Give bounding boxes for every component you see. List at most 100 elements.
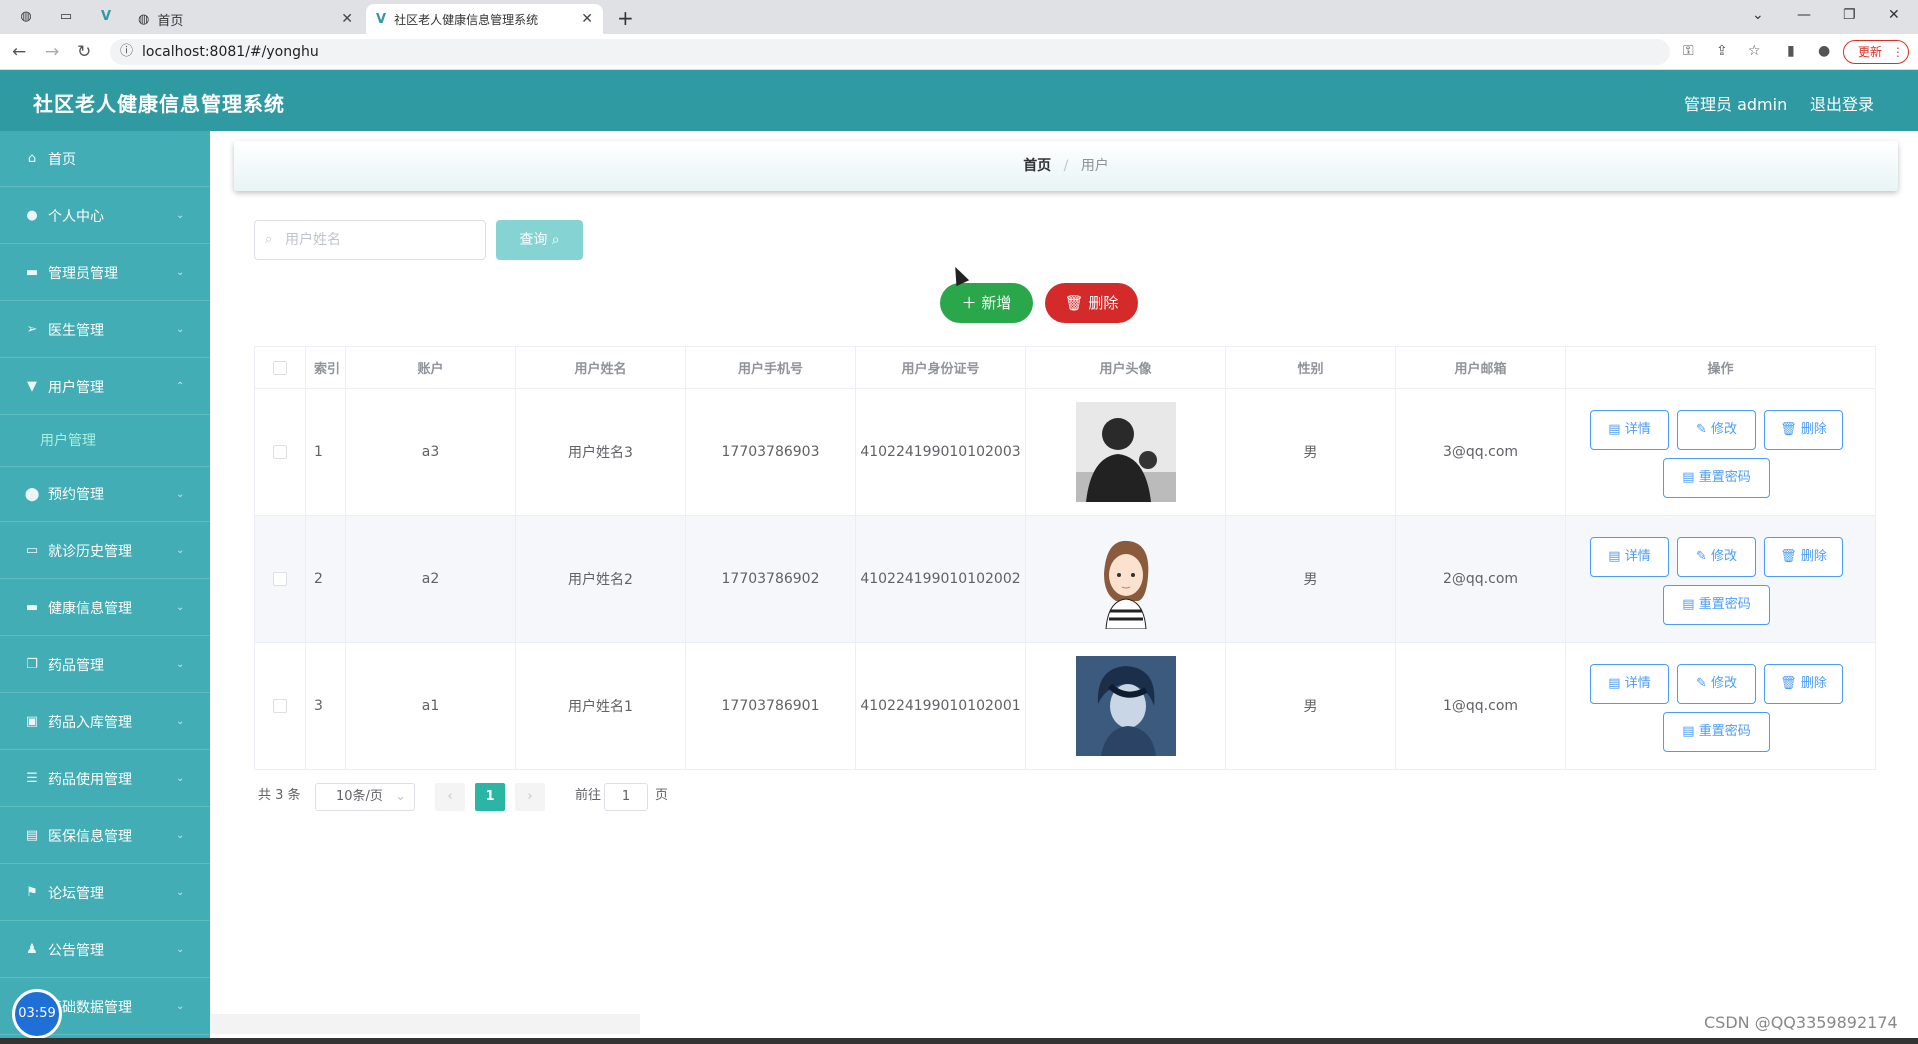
column-header[interactable]: 用户头像 <box>1026 347 1226 388</box>
cell-phone: 17703786903 <box>686 389 856 515</box>
forward-icon[interactable]: → <box>45 42 59 62</box>
cell-index: 2 <box>306 516 346 642</box>
reset-password-button[interactable]: ▤ 重置密码 <box>1663 457 1770 498</box>
query-button[interactable]: 查询 ⌕ <box>496 220 583 260</box>
sidebar-item-announcement[interactable]: ♟ 公告管理 ⌄ <box>0 922 210 978</box>
delete-button[interactable]: 🗑 删除 <box>1764 663 1843 704</box>
document-icon: ▤ <box>1682 723 1699 739</box>
detail-button[interactable]: ▤ 详情 <box>1590 536 1669 577</box>
avatar-anime-boy-image[interactable] <box>1075 656 1176 756</box>
globe-icon[interactable]: ◍ <box>18 9 34 25</box>
globe-icon: ◍ <box>138 11 150 27</box>
update-button[interactable]: 更新 ⋮ <box>1843 40 1909 64</box>
column-header[interactable]: 用户手机号 <box>686 347 856 388</box>
batch-delete-button[interactable]: 🗑 删除 <box>1045 283 1138 323</box>
operation-buttons: ▤ 详情 ✎ 修改 🗑 删除 ▤ 重置密码 <box>1566 643 1875 770</box>
horizontal-scrollbar[interactable] <box>210 1014 640 1034</box>
chevron-down-icon: ⌄ <box>176 324 185 335</box>
row-checkbox[interactable] <box>273 445 287 459</box>
side-panel-icon[interactable]: ▮ <box>1787 43 1795 59</box>
cell-operations: ▤ 详情 ✎ 修改 🗑 删除 ▤ 重置密码 <box>1566 516 1876 642</box>
reload-icon[interactable]: ↻ <box>77 42 91 62</box>
profile-icon[interactable]: ● <box>1818 43 1830 59</box>
prev-page-button[interactable]: ‹ <box>435 783 465 811</box>
close-window-icon[interactable]: ✕ <box>1888 7 1900 23</box>
avatar-silhouette-image[interactable] <box>1075 402 1176 502</box>
sidebar-item-label: 药品入库管理 <box>48 714 132 731</box>
picture-icon: ▣ <box>25 714 39 729</box>
page-number-current[interactable]: 1 <box>475 783 505 811</box>
row-select-cell <box>254 516 306 642</box>
key-icon[interactable]: ⚿ <box>1683 43 1694 59</box>
column-header[interactable]: 用户邮箱 <box>1396 347 1566 388</box>
info-icon[interactable]: ⓘ <box>120 39 133 65</box>
sidebar-item-label: 管理员管理 <box>48 265 118 282</box>
reset-password-button[interactable]: ▤ 重置密码 <box>1663 711 1770 752</box>
sidebar-item-home[interactable]: ⌂ 首页 <box>0 131 210 187</box>
browser-tab-active[interactable]: V 社区老人健康信息管理系统 ✕ <box>366 4 603 34</box>
pencil-icon: ✎ <box>1695 675 1711 691</box>
new-tab-icon[interactable]: + <box>617 6 634 30</box>
chevron-down-icon: ⌄ <box>176 830 185 841</box>
submenu-user-management[interactable]: 用户管理 <box>40 430 96 450</box>
search-input[interactable]: ⌕ 用户姓名 <box>254 220 486 260</box>
column-header[interactable]: 用户身份证号 <box>856 347 1026 388</box>
sidebar-item-user-management[interactable]: ▼ 用户管理 ⌃ <box>0 359 210 415</box>
update-label: 更新 <box>1858 45 1883 59</box>
sidebar-item-label: 医保信息管理 <box>48 828 132 845</box>
delete-button[interactable]: 🗑 删除 <box>1764 409 1843 450</box>
chevron-down-icon: ⌄ <box>176 545 185 556</box>
trash-icon: 🗑 <box>1780 548 1801 564</box>
delete-button[interactable]: 🗑 删除 <box>1764 536 1843 577</box>
sidebar-item-medicine[interactable]: ❐ 药品管理 ⌄ <box>0 637 210 693</box>
star-icon[interactable]: ☆ <box>1748 43 1761 59</box>
delete-label: 删除 <box>1800 548 1827 564</box>
sidebar-item-health-info[interactable]: ▬ 健康信息管理 ⌄ <box>0 580 210 636</box>
sidebar-item-medicine-usage[interactable]: ☰ 药品使用管理 ⌄ <box>0 751 210 807</box>
address-bar[interactable]: ⓘ localhost:8081/#/yonghu <box>110 39 1670 65</box>
row-checkbox[interactable] <box>273 699 287 713</box>
sidebar-item-forum[interactable]: ⚑ 论坛管理 ⌄ <box>0 865 210 921</box>
reset-password-button[interactable]: ▤ 重置密码 <box>1663 584 1770 625</box>
column-header[interactable]: 索引 <box>306 347 346 388</box>
edit-button[interactable]: ✎ 修改 <box>1677 409 1756 450</box>
sidebar-item-personal-center[interactable]: ● 个人中心 ⌄ <box>0 188 210 244</box>
avatar-cartoon-girl-image[interactable] <box>1075 529 1176 629</box>
back-icon[interactable]: ← <box>12 42 26 62</box>
sidebar-item-visit-history[interactable]: ▭ 就诊历史管理 ⌄ <box>0 523 210 579</box>
browser-tab-home[interactable]: ◍ 首页 ✕ <box>128 4 363 34</box>
column-header[interactable]: 用户姓名 <box>516 347 686 388</box>
sidebar-item-admin-management[interactable]: ▬ 管理员管理 ⌄ <box>0 245 210 301</box>
column-header[interactable]: 账户 <box>346 347 516 388</box>
row-select-cell <box>254 389 306 515</box>
vue-logo-icon[interactable]: V <box>98 9 114 25</box>
goto-page-input[interactable]: 1 <box>604 783 648 811</box>
next-page-button[interactable]: › <box>515 783 545 811</box>
chevron-down-icon[interactable]: ⌄ <box>1752 7 1764 23</box>
blank-tab-icon[interactable]: ▭ <box>58 9 74 25</box>
sidebar-item-label: 医生管理 <box>48 322 104 339</box>
add-button[interactable]: ＋ 新增 <box>940 283 1033 323</box>
edit-label: 修改 <box>1711 421 1738 437</box>
select-all-checkbox[interactable] <box>273 360 287 375</box>
row-checkbox[interactable] <box>273 572 287 586</box>
close-icon[interactable]: ✕ <box>581 11 593 27</box>
sidebar-item-insurance-info[interactable]: ▤ 医保信息管理 ⌄ <box>0 808 210 864</box>
detail-button[interactable]: ▤ 详情 <box>1590 409 1669 450</box>
sidebar-item-medicine-stock-in[interactable]: ▣ 药品入库管理 ⌄ <box>0 694 210 750</box>
close-icon[interactable]: ✕ <box>341 11 353 27</box>
sidebar-item-doctor-management[interactable]: ➢ 医生管理 ⌄ <box>0 302 210 358</box>
edit-button[interactable]: ✎ 修改 <box>1677 663 1756 704</box>
minimize-icon[interactable]: — <box>1797 7 1811 23</box>
share-icon[interactable]: ⇪ <box>1716 43 1728 59</box>
restore-icon[interactable]: ❐ <box>1843 7 1856 23</box>
detail-button[interactable]: ▤ 详情 <box>1590 663 1669 704</box>
column-header[interactable]: 性别 <box>1226 347 1396 388</box>
sidebar-item-appointment-management[interactable]: ⬤ 预约管理 ⌄ <box>0 466 210 522</box>
logout-link[interactable]: 退出登录 <box>1810 91 1874 115</box>
breadcrumb-home[interactable]: 首页 <box>1023 158 1051 174</box>
stamp-icon: ▼ <box>27 379 37 394</box>
page-size-select[interactable]: 10条/页 ⌄ <box>315 783 415 811</box>
edit-button[interactable]: ✎ 修改 <box>1677 536 1756 577</box>
table-row: 2 a2 用户姓名2 17703786902 41022419901010200… <box>254 516 1876 643</box>
